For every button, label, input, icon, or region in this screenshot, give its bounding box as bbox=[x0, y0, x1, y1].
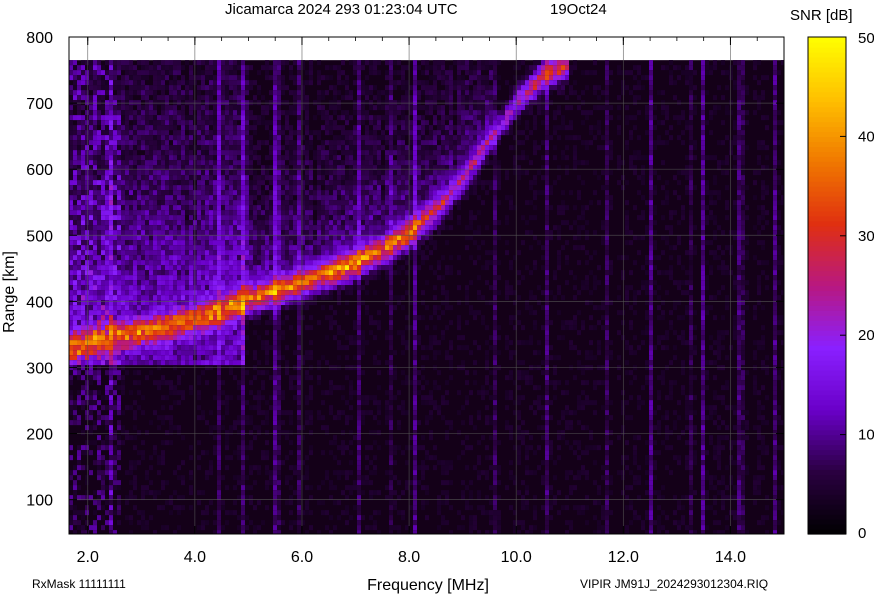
x-tick-label: 2.0 bbox=[77, 549, 99, 566]
y-tick-label: 400 bbox=[26, 294, 53, 311]
colorbar-label: SNR [dB] bbox=[790, 7, 853, 24]
heatmap-layer bbox=[69, 60, 784, 534]
x-tick-label: 12.0 bbox=[608, 549, 639, 566]
colorbar-tick-label: 40 bbox=[858, 128, 874, 145]
colorbar-tick-label: 10 bbox=[858, 427, 874, 444]
x-tick-label: 4.0 bbox=[184, 549, 206, 566]
filename-label: VIPIR JM91J_2024293012304.RIQ bbox=[580, 577, 768, 591]
y-tick-label: 300 bbox=[26, 360, 53, 377]
x-tick-label: 10.0 bbox=[501, 549, 532, 566]
colorbar-tick-label: 50 bbox=[858, 30, 874, 47]
colorbar-tick-label: 0 bbox=[858, 525, 866, 542]
chart-title: Jicamarca 2024 293 01:23:04 UTC bbox=[225, 1, 458, 18]
date-label: 19Oct24 bbox=[550, 1, 607, 18]
colorbar-tick-label: 20 bbox=[858, 327, 874, 344]
x-tick-label: 8.0 bbox=[398, 549, 420, 566]
y-tick-label: 100 bbox=[26, 493, 53, 510]
y-tick-label: 500 bbox=[26, 228, 53, 245]
colorbar bbox=[807, 36, 847, 535]
colorbar-tick-label: 30 bbox=[858, 228, 874, 245]
rxmask-label: RxMask 11111111 bbox=[32, 577, 126, 591]
y-tick-label: 700 bbox=[26, 96, 53, 113]
x-tick-label: 14.0 bbox=[715, 549, 746, 566]
y-tick-label: 600 bbox=[26, 162, 53, 179]
y-axis-label: Range [km] bbox=[1, 251, 18, 333]
y-tick-label: 200 bbox=[26, 427, 53, 444]
x-tick-label: 6.0 bbox=[291, 549, 313, 566]
ionogram-chart: Jicamarca 2024 293 01:23:04 UTC 19Oct24 … bbox=[1, 1, 874, 594]
x-axis-label: Frequency [MHz] bbox=[367, 577, 489, 594]
y-tick-label: 800 bbox=[26, 30, 53, 47]
